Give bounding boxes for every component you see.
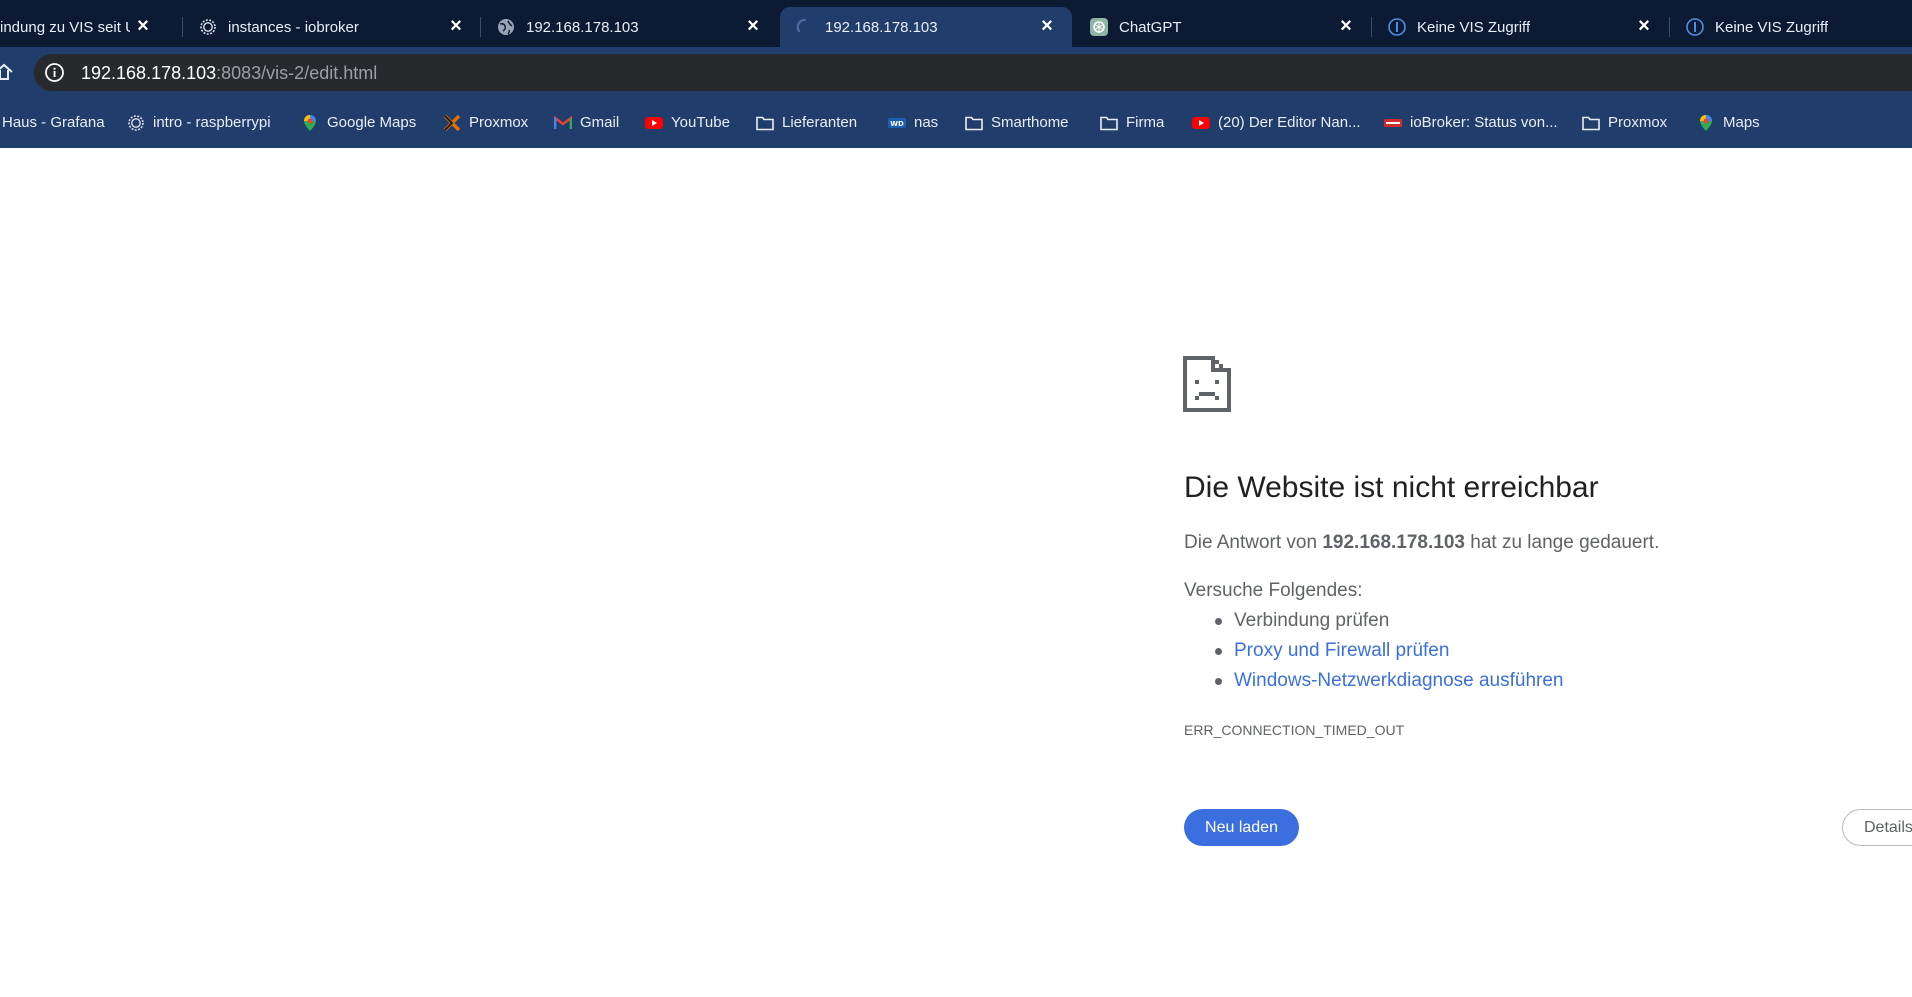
error-subtitle-prefix: Die Antwort von <box>1184 532 1323 553</box>
tab-title: instances - iobroker <box>228 19 359 36</box>
youtube-icon <box>645 117 663 129</box>
error-code: ERR_CONNECTION_TIMED_OUT <box>1184 722 1405 738</box>
sad-document-icon <box>1183 356 1231 412</box>
home-icon[interactable] <box>0 62 14 82</box>
bullet-icon <box>1215 648 1222 655</box>
close-icon[interactable]: × <box>1633 15 1655 37</box>
tab-title: Keine VIS Zugriff <box>1715 19 1829 36</box>
tab-5[interactable]: ChatGPT × <box>1074 7 1371 47</box>
close-icon[interactable]: × <box>1036 15 1058 37</box>
iobroker-gear-icon <box>128 115 144 131</box>
tab-title: Keine VIS Zugriff <box>1417 19 1531 36</box>
bookmark-label: YouTube <box>671 114 730 131</box>
bookmark-label: (20) Der Editor Nan... <box>1218 114 1361 131</box>
bookmark-label: Smarthome <box>991 114 1069 131</box>
suggestions-heading: Versuche Folgendes: <box>1184 580 1363 601</box>
close-icon[interactable]: × <box>1335 15 1357 37</box>
browser-toolbar: 192.168.178.103:8083/vis-2/edit.html <box>0 47 1912 98</box>
suggestion-network-diagnostics-link[interactable]: Windows-Netzwerkdiagnose ausführen <box>1234 669 1564 693</box>
error-subtitle-suffix: hat zu lange gedauert. <box>1464 532 1660 553</box>
close-icon[interactable]: × <box>445 15 467 37</box>
error-title: Die Website ist nicht erreichbar <box>1184 471 1599 504</box>
gmail-icon <box>554 115 572 129</box>
iobroker-info-icon <box>1686 18 1704 36</box>
details-button[interactable]: Details <box>1842 809 1912 846</box>
bookmark-label: Proxmox <box>469 114 529 131</box>
bookmark-label: intro - raspberrypi <box>153 114 271 131</box>
folder-icon <box>1100 116 1118 131</box>
url-path: :8083/vis-2/edit.html <box>216 63 378 83</box>
tab-title: ChatGPT <box>1119 19 1182 36</box>
bookmark-label: Gmail <box>580 114 620 131</box>
bookmark-label: Google Maps <box>327 114 417 131</box>
iobroker-red-icon <box>1384 119 1402 127</box>
bookmark-label: Proxmox <box>1608 114 1668 131</box>
tab-1[interactable]: indung zu VIS seit Up × <box>0 7 168 47</box>
bookmark-label: Haus - Grafana <box>2 114 105 131</box>
bookmark-label: ioBroker: Status von... <box>1410 114 1558 131</box>
close-icon[interactable]: × <box>742 15 764 37</box>
url-host: 192.168.178.103 <box>81 63 217 83</box>
tab-title: 192.168.178.103 <box>825 19 938 36</box>
tab-title: 192.168.178.103 <box>526 19 639 36</box>
bookmark-label: Maps <box>1723 114 1760 131</box>
close-icon[interactable]: × <box>132 15 154 37</box>
tab-3[interactable]: 192.168.178.103 × <box>481 7 778 47</box>
bookmarks-bar: Haus - Grafana intro - raspberrypi Googl… <box>0 98 1912 148</box>
wd-icon: WD <box>888 118 906 128</box>
youtube-icon <box>1192 117 1210 129</box>
bullet-icon <box>1215 618 1222 625</box>
address-bar[interactable]: 192.168.178.103:8083/vis-2/edit.html <box>34 54 1912 91</box>
suggestion-check-connection: Verbindung prüfen <box>1234 610 1390 631</box>
error-subtitle: Die Antwort von 192.168.178.103 hat zu l… <box>1184 531 1659 555</box>
iobroker-info-icon <box>1388 18 1406 36</box>
proxmox-icon <box>443 114 461 132</box>
suggestion-proxy-firewall-link[interactable]: Proxy und Firewall prüfen <box>1234 639 1449 663</box>
tab-4-active[interactable]: 192.168.178.103 × <box>780 7 1072 47</box>
loading-spinner-icon <box>796 19 806 32</box>
tab-6[interactable]: Keine VIS Zugriff × <box>1372 7 1669 47</box>
tab-title: indung zu VIS seit Up <box>0 19 130 36</box>
bullet-icon <box>1215 678 1222 685</box>
tab-7[interactable]: Keine VIS Zugriff <box>1670 7 1912 47</box>
error-subtitle-host: 192.168.178.103 <box>1322 532 1465 553</box>
url-text[interactable]: 192.168.178.103:8083/vis-2/edit.html <box>81 63 377 83</box>
tab-strip: indung zu VIS seit Up × instances - iobr… <box>0 0 1912 47</box>
folder-icon <box>1582 116 1600 131</box>
tab-2[interactable]: instances - iobroker × <box>183 7 481 47</box>
svg-text:WD: WD <box>890 120 904 128</box>
bookmark-label: Lieferanten <box>782 114 858 131</box>
folder-icon <box>965 116 983 131</box>
reload-button[interactable]: Neu laden <box>1184 809 1299 846</box>
chatgpt-icon <box>1090 18 1108 36</box>
bookmark-label: Firma <box>1126 114 1165 131</box>
folder-icon <box>756 116 774 131</box>
globe-icon <box>498 19 514 35</box>
iobroker-gear-icon <box>200 19 216 35</box>
bookmark-label: nas <box>914 114 939 131</box>
maps-pin-icon <box>304 115 316 131</box>
site-info-icon[interactable] <box>44 62 65 83</box>
maps-pin-icon <box>1700 115 1712 131</box>
